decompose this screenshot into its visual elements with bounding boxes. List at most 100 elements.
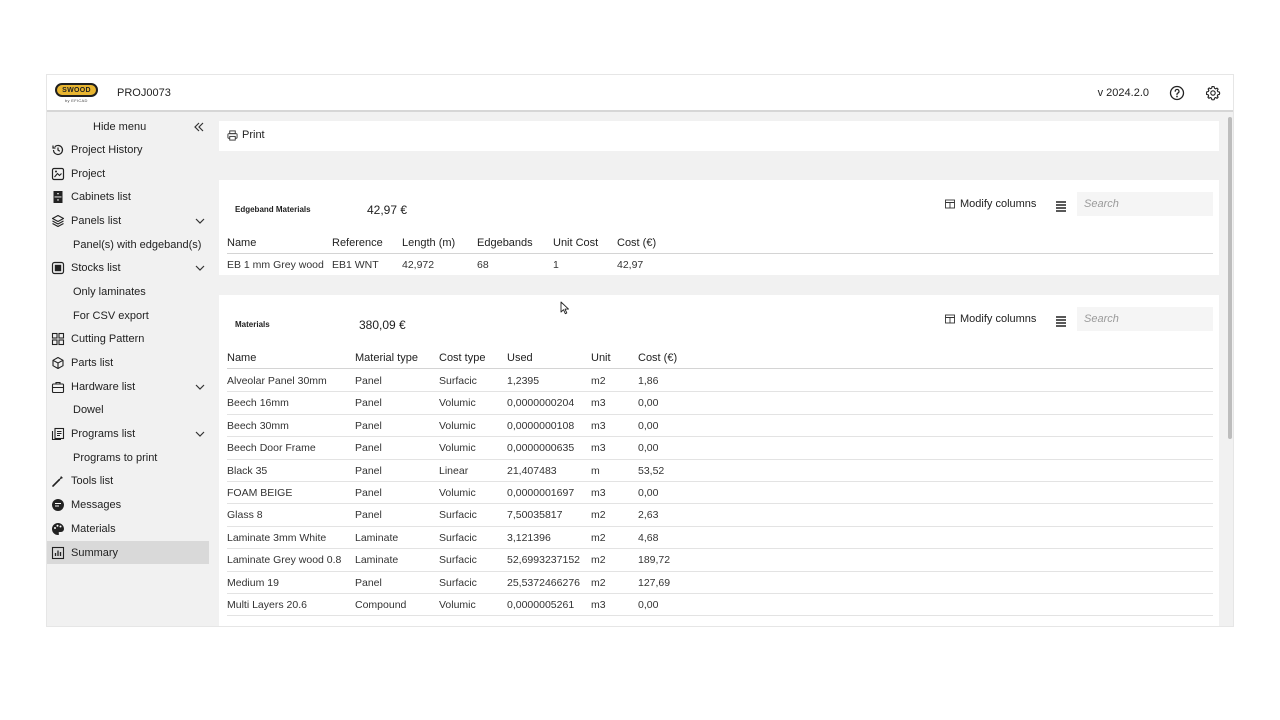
table-row[interactable]: Glass 8 Panel Surfacic 7,50035817 m2 2,63 (227, 504, 1213, 527)
cell-unit: m2 (591, 509, 606, 522)
sidebar-item-project-history[interactable]: Project History (47, 138, 209, 162)
chevron-down-icon[interactable] (195, 429, 205, 439)
tool-icon (52, 476, 63, 488)
sidebar-item-label: Messages (71, 499, 122, 512)
sidebar-item-panels-list[interactable]: Panels list (47, 209, 209, 233)
chevron-down-icon[interactable] (195, 382, 205, 392)
column-header[interactable]: Cost (€) (617, 237, 656, 249)
chart-icon (51, 546, 65, 559)
sidebar-item-programs-list[interactable]: Programs list (47, 422, 209, 446)
sidebar-item-label: Project History (71, 143, 143, 156)
sidebar-item-programs-to-print[interactable]: Programs to print (47, 446, 209, 470)
vertical-scrollbar[interactable] (1228, 117, 1232, 439)
hide-menu-toggle[interactable]: Hide menu (47, 118, 209, 136)
version-label: v 2024.2.0 (1097, 87, 1149, 99)
layers-icon (51, 214, 65, 227)
cell-cost-type: Linear (439, 464, 469, 477)
table-row[interactable]: Multi Layers 20.6 Compound Volumic 0,000000… (227, 594, 1213, 617)
column-header[interactable]: Name (227, 352, 256, 364)
section-total: 42,97 € (367, 203, 408, 217)
cell-name: Alveolar Panel 30mm (227, 375, 327, 387)
history-icon (52, 144, 64, 155)
cell-used: 3,121396 (507, 531, 551, 544)
cell-material-type: Laminate (355, 554, 399, 567)
sidebar-item-only-laminates[interactable]: Only laminates (47, 280, 209, 304)
sidebar-item-panels-with-edgebands[interactable]: Panel(s) with edgeband(s) (47, 233, 209, 257)
cell-used: 52,6993237152 (507, 554, 580, 567)
column-header[interactable]: Material type (355, 352, 418, 364)
sidebar-item-label: Materials (71, 522, 116, 535)
cell-used: 1,2395 (507, 375, 540, 387)
cabinet-icon (53, 191, 63, 204)
column-header[interactable]: Cost type (439, 352, 485, 364)
search-input[interactable] (1077, 307, 1213, 331)
gear-icon[interactable] (1205, 85, 1221, 101)
sidebar: Hide menu Project History Project Cabine… (47, 114, 209, 626)
column-header[interactable]: Edgebands (477, 237, 533, 249)
double-chevron-left-icon[interactable] (193, 121, 205, 133)
sidebar-item-label: Programs list (71, 428, 136, 441)
chevron-down-icon[interactable] (195, 263, 205, 273)
cell-cost: 0,00 (638, 397, 659, 410)
cell-unit-cost: 1 (553, 259, 559, 271)
column-header[interactable]: Reference (332, 237, 383, 249)
cell-cost: 53,52 (638, 464, 665, 477)
cell-material-type: Compound (355, 599, 407, 611)
sidebar-item-project[interactable]: Project (47, 162, 209, 186)
cell-unit: m3 (591, 599, 606, 611)
sidebar-item-parts-list[interactable]: Parts list (47, 351, 209, 375)
sidebar-item-messages[interactable]: Messages (47, 493, 209, 517)
help-circle-icon[interactable] (1169, 85, 1185, 101)
search-input[interactable] (1077, 192, 1213, 216)
cell-unit: m3 (591, 487, 606, 499)
cell-cost-type: Surfacic (439, 509, 477, 522)
list-menu-icon[interactable] (1055, 315, 1067, 327)
table-row[interactable]: Laminate 3mm White Laminate Surfacic 3,1213… (227, 527, 1213, 550)
sidebar-item-cutting-pattern[interactable]: Cutting Pattern (47, 328, 209, 352)
sidebar-item-for-csv-export[interactable]: For CSV export (47, 304, 209, 328)
cell-material-type: Panel (355, 375, 382, 387)
columns-icon (945, 199, 955, 209)
column-header[interactable]: Used (507, 352, 533, 364)
table-row[interactable]: Beech 16mm Panel Volumic 0,0000000204 m3 0,00 (227, 392, 1213, 415)
table-row[interactable]: FOAM BEIGE Panel Volumic 0,0000001697 m3 0,00 (227, 482, 1213, 505)
sidebar-item-cabinets-list[interactable]: Cabinets list (47, 185, 209, 209)
chevron-down-icon[interactable] (195, 216, 205, 226)
cell-unit: m (591, 464, 600, 477)
sidebar-item-stocks-list[interactable]: Stocks list (47, 256, 209, 280)
table-row[interactable]: Beech 30mm Panel Volumic 0,0000000108 m3 0,00 (227, 415, 1213, 438)
cell-used: 0,0000005261 (507, 599, 575, 611)
sidebar-item-summary[interactable]: Summary (47, 540, 209, 565)
column-header[interactable]: Unit (591, 352, 611, 364)
sidebar-item-tools-list[interactable]: Tools list (47, 470, 209, 494)
cell-name: FOAM BEIGE (227, 487, 293, 499)
sidebar-item-dowel[interactable]: Dowel (47, 399, 209, 423)
programs-icon (51, 428, 65, 441)
sidebar-item-hardware-list[interactable]: Hardware list (47, 375, 209, 399)
column-header[interactable]: Name (227, 237, 256, 249)
column-header[interactable]: Length (m) (402, 237, 455, 249)
sidebar-item-materials[interactable]: Materials (47, 517, 209, 541)
cell-cost-type: Surfacic (439, 576, 477, 589)
print-button[interactable]: Print (227, 129, 265, 141)
table-row[interactable]: Alveolar Panel 30mm Panel Surfacic 1,2395 m2… (227, 370, 1213, 393)
column-header[interactable]: Unit Cost (553, 237, 598, 249)
cell-name: EB 1 mm Grey wood (227, 259, 324, 271)
column-header[interactable]: Cost (€) (638, 352, 677, 364)
sidebar-item-label: Tools list (71, 475, 114, 488)
cell-unit: m2 (591, 554, 606, 567)
table-row[interactable]: Black 35 Panel Linear 21,407483 m 53,52 (227, 460, 1213, 482)
section-total: 380,09 € (359, 318, 406, 332)
list-menu-icon[interactable] (1055, 200, 1067, 212)
modify-columns-button[interactable]: Modify columns (945, 198, 1036, 210)
table-row[interactable]: EB 1 mm Grey wood EB1 WNT 42,972 68 1 42… (227, 254, 1213, 276)
table-row[interactable]: Beech Door Frame Panel Volumic 0,0000000635… (227, 437, 1213, 460)
cell-cost-type: Volumic (439, 397, 476, 410)
cell-cost: 0,00 (638, 599, 659, 611)
table-row[interactable]: Laminate Grey wood 0.8 Laminate Surfacic 52… (227, 549, 1213, 572)
modify-columns-button[interactable]: Modify columns (945, 313, 1036, 325)
table-row[interactable]: Medium 19 Panel Surfacic 25,5372466276 m2 127… (227, 572, 1213, 594)
printer-icon (227, 129, 238, 141)
swood-logo: SWOOD by EFICAD (55, 83, 99, 105)
cell-name: Beech Door Frame (227, 442, 316, 455)
